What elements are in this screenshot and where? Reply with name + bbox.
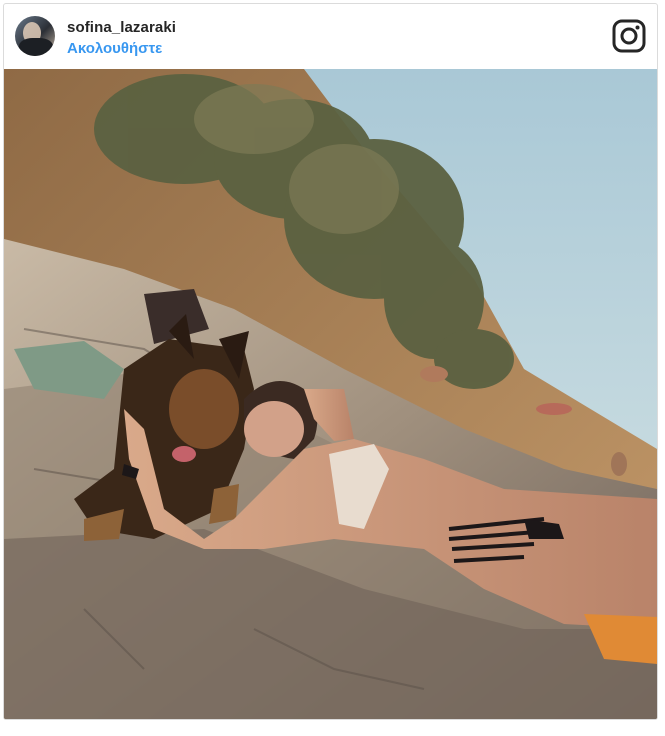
post-photo[interactable] bbox=[4, 69, 657, 719]
username-link[interactable]: sofina_lazaraki bbox=[67, 19, 176, 36]
user-avatar[interactable] bbox=[15, 16, 55, 56]
follow-button[interactable]: Ακολουθήστε bbox=[67, 40, 162, 57]
instagram-icon[interactable] bbox=[612, 19, 646, 53]
photo-beach-dog-scene bbox=[4, 69, 657, 719]
avatar-body bbox=[19, 38, 53, 56]
instagram-embed-card: sofina_lazaraki Ακολουθήστε bbox=[3, 3, 658, 720]
post-header: sofina_lazaraki Ακολουθήστε bbox=[4, 4, 657, 69]
